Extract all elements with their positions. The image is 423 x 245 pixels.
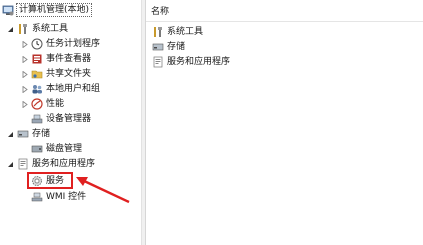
content-list-pane: 名称 系统工具 存储 服务和应用程序 [146, 0, 423, 245]
tree-item-system-tools[interactable]: 系统工具 [6, 22, 68, 36]
tree-item-label: 性能 [46, 99, 65, 109]
performance-icon [31, 98, 43, 110]
event-viewer-icon [31, 53, 43, 65]
list-item-label: 服务和应用程序 [167, 57, 231, 67]
tree-item-disk-management[interactable]: 磁盘管理 [31, 142, 82, 156]
annotation-arrow [76, 177, 130, 204]
tree-item-storage[interactable]: 存储 [6, 127, 50, 141]
tree-item-label: 服务和应用程序 [32, 159, 96, 169]
list-item-label: 存储 [167, 42, 186, 52]
services-apps-icon [17, 158, 29, 170]
list-item-label: 系统工具 [167, 27, 204, 37]
wmi-icon [31, 191, 43, 203]
tree-item-event-viewer[interactable]: 事件查看器 [20, 52, 91, 66]
tree-root-label: 计算机管理(本地) [15, 3, 93, 17]
list-item[interactable]: 系统工具 [152, 25, 203, 39]
tree-item-task-scheduler[interactable]: 任务计划程序 [20, 37, 100, 51]
expand-arrow-icon[interactable] [20, 40, 29, 49]
tree-item-label: 任务计划程序 [46, 39, 101, 49]
annotation-highlight-box [27, 172, 73, 189]
collapse-arrow-icon[interactable] [6, 25, 15, 34]
expand-arrow-icon[interactable] [20, 70, 29, 79]
tree-item-root[interactable]: 计算机管理(本地) [2, 3, 93, 17]
tools-icon [152, 26, 164, 38]
tree-item-label: 系统工具 [32, 24, 69, 34]
column-header-label: 名称 [151, 7, 170, 17]
storage-icon [152, 41, 164, 53]
expand-arrow-icon[interactable] [20, 100, 29, 109]
tree-item-label: 设备管理器 [46, 114, 92, 124]
clock-icon [31, 38, 43, 50]
computer-management-icon [2, 4, 14, 16]
tree-item-performance[interactable]: 性能 [20, 97, 64, 111]
tree-item-label: 磁盘管理 [46, 144, 83, 154]
list-item[interactable]: 服务和应用程序 [152, 55, 230, 69]
collapse-arrow-icon[interactable] [6, 160, 15, 169]
device-manager-icon [31, 113, 43, 125]
column-header-name[interactable]: 名称 [146, 0, 423, 22]
tree-item-shared-folders[interactable]: 共享文件夹 [20, 67, 91, 81]
tree-item-label: 事件查看器 [46, 54, 92, 64]
tree-item-label: 本地用户和组 [46, 84, 101, 94]
users-icon [31, 83, 43, 95]
collapse-arrow-icon[interactable] [6, 130, 15, 139]
navigation-tree: 计算机管理(本地) 系统工具 任务计划程序 事件查看器 共享文件夹 本地用户和组… [0, 0, 141, 245]
tree-item-label: 共享文件夹 [46, 69, 92, 79]
storage-icon [17, 128, 29, 140]
disk-icon [31, 143, 43, 155]
services-apps-icon [152, 56, 164, 68]
tree-item-services-applications[interactable]: 服务和应用程序 [6, 157, 95, 171]
tree-item-label: 存储 [32, 129, 51, 139]
expand-arrow-icon[interactable] [20, 85, 29, 94]
tools-icon [17, 23, 29, 35]
shared-folder-icon [31, 68, 43, 80]
expand-arrow-icon[interactable] [20, 55, 29, 64]
list-item[interactable]: 存储 [152, 40, 185, 54]
tree-item-device-manager[interactable]: 设备管理器 [31, 112, 91, 126]
tree-item-local-users-groups[interactable]: 本地用户和组 [20, 82, 100, 96]
